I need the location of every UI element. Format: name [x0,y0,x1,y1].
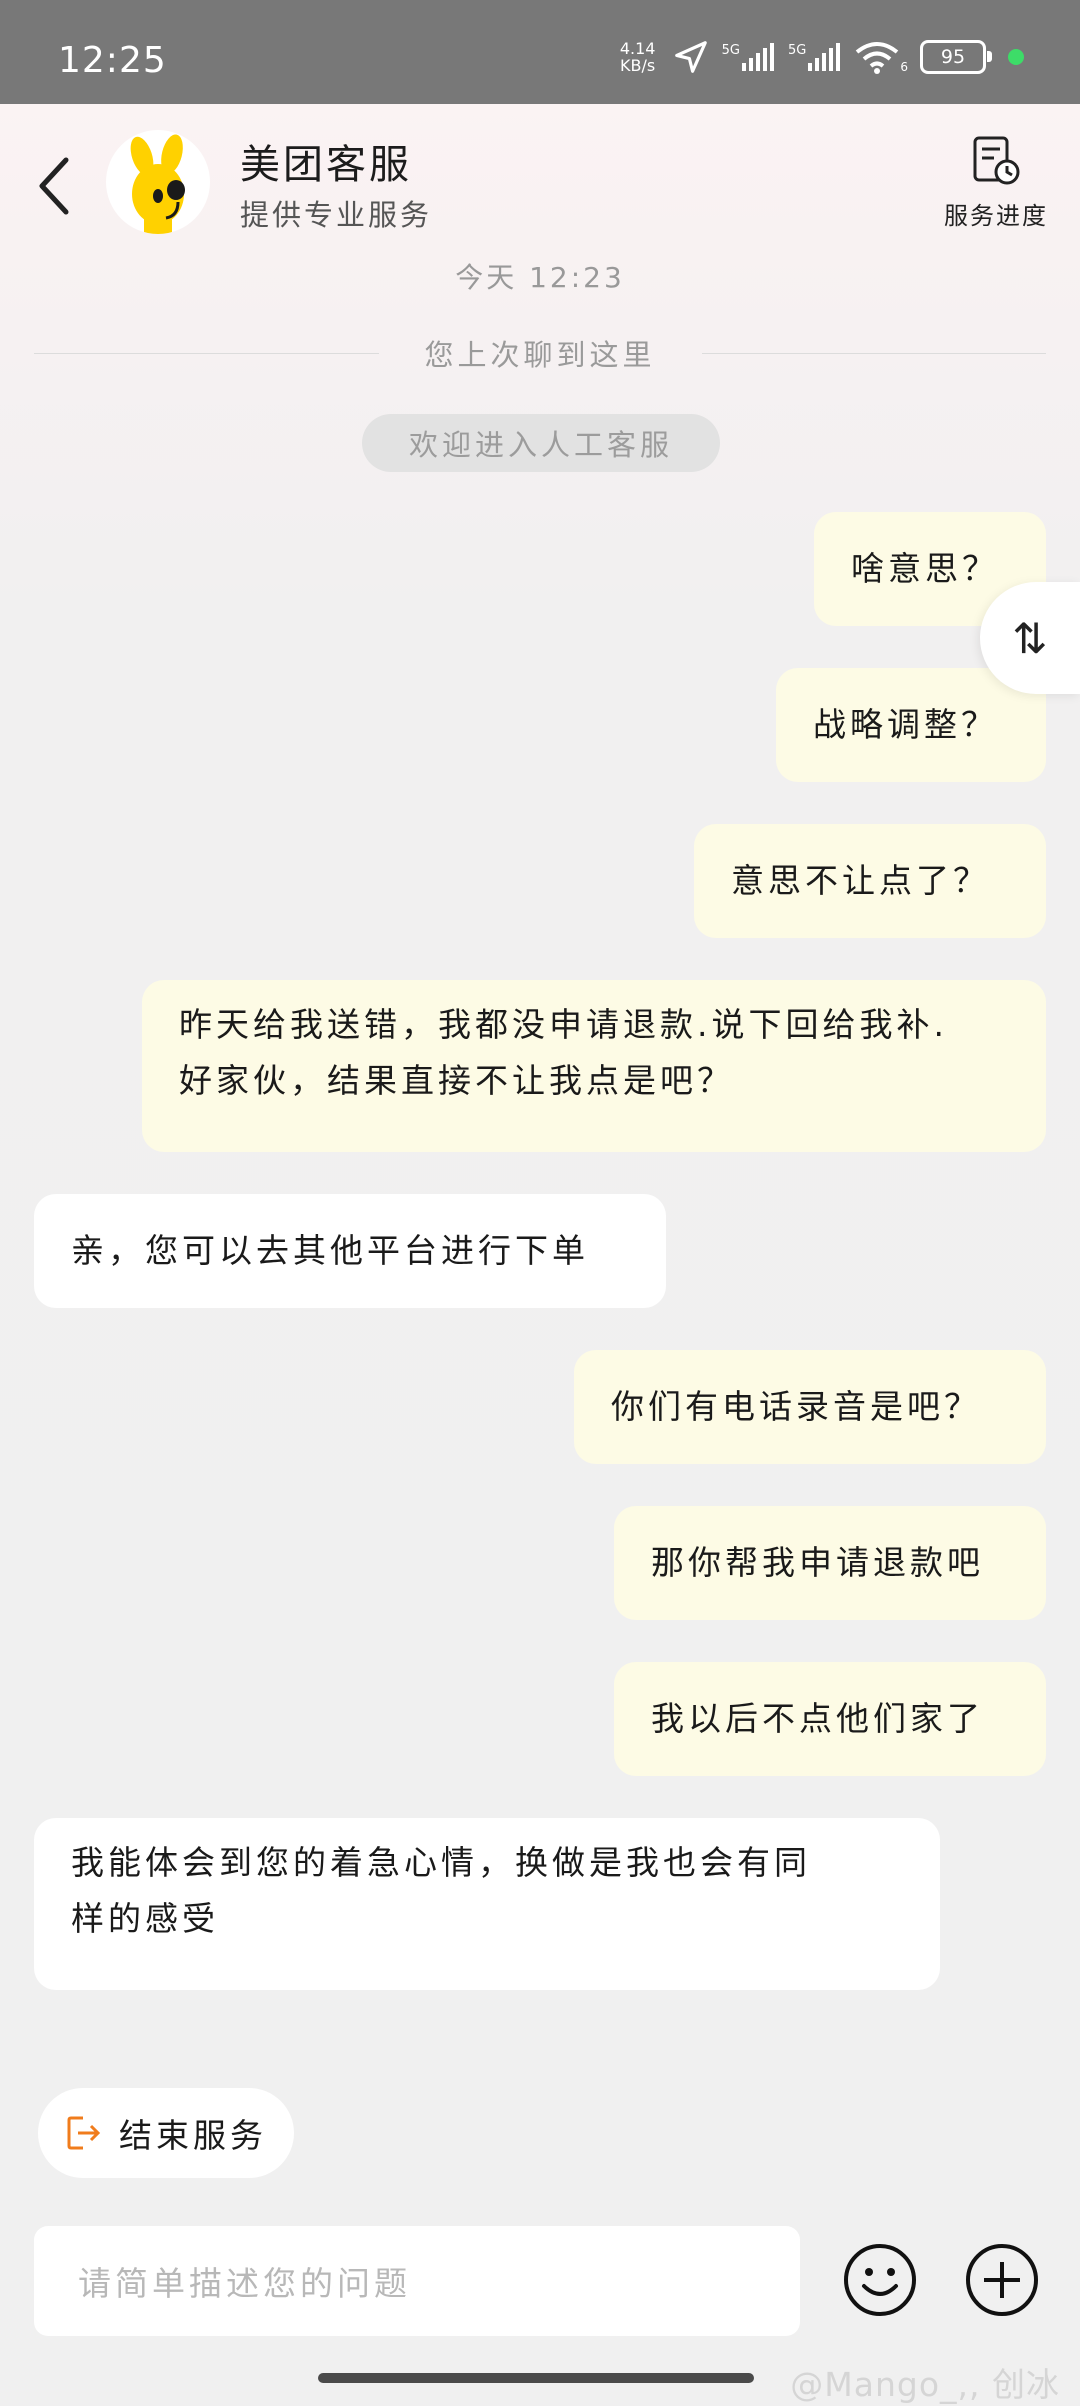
battery-icon: 95 [920,40,992,74]
signal1-label: 5G [721,43,740,58]
message-bubble-received[interactable]: 亲，您可以去其他平台进行下单 [34,1194,666,1308]
last-read-divider: 您上次聊到这里 [34,332,1047,374]
location-icon [672,38,710,76]
status-bar: 12:25 4.14 KB/s 5G 5G 6 95 [0,0,1080,104]
service-progress-button[interactable]: 服务进度 [936,134,1056,244]
message-line: 昨天给我送错，我都没申请退款.说下回给我补. [179,1005,948,1044]
signal-icon-2: 5G [788,43,842,71]
signal-icon: 5G [722,43,776,71]
emoji-icon [844,2244,916,2316]
end-service-button[interactable]: 结束服务 [38,2088,294,2178]
mascot-icon [130,134,185,234]
wifi-icon: 6 [854,40,908,74]
message-bubble-sent[interactable]: 我以后不点他们家了 [614,1662,1046,1776]
message-line: 我能体会到您的着急心情，换做是我也会有同 [71,1843,811,1882]
message-bubble-sent[interactable]: 你们有电话录音是吧？ [574,1350,1046,1464]
end-service-label: 结束服务 [119,2116,267,2155]
chat-title: 美团客服 [240,142,412,188]
divider-line-right [701,352,1047,354]
plus-button[interactable] [962,2240,1042,2320]
message-bubble-received[interactable]: 我能体会到您的着急心情，换做是我也会有同 样的感受 [34,1818,940,1990]
plus-icon [966,2244,1038,2316]
message-line: 样的感受 [71,1899,219,1938]
sort-toggle-icon: ⇅ [1012,613,1048,663]
divider-line-left [34,352,379,354]
chat-header: 美团客服 提供专业服务 服务进度 [0,104,1080,254]
net-speed-value: 4.14 [619,39,656,58]
wifi-badge: 6 [900,60,908,74]
back-icon [39,157,69,215]
status-icons: 4.14 KB/s 5G 5G 6 95 [616,38,1024,76]
emoji-button[interactable] [840,2240,920,2320]
sort-toggle-button[interactable]: ⇅ [980,582,1080,694]
home-indicator[interactable] [318,2373,754,2383]
chat-subtitle: 提供专业服务 [240,198,433,232]
status-time: 12:25 [58,40,167,81]
battery-level: 95 [940,46,966,68]
exit-icon [67,2116,101,2150]
service-progress-icon [973,136,1020,185]
mascot-avatar[interactable] [106,130,210,234]
net-speed-unit: KB/s [620,56,656,75]
system-notice: 欢迎进入人工客服 [362,414,720,472]
message-bubble-sent[interactable]: 那你帮我申请退款吧 [614,1506,1046,1620]
message-input-placeholder: 请简单描述您的问题 [78,2264,411,2303]
back-button[interactable] [28,146,80,226]
network-speed: 4.14 KB/s [616,40,660,74]
watermark-text: @Mango_,, 创冰 [790,2365,1060,2404]
chat-time-label: 今天 12:23 [455,261,625,294]
message-bubble-sent[interactable]: 昨天给我送错，我都没申请退款.说下回给我补. 好家伙，结果直接不让我点是吧？ [142,980,1046,1152]
message-input[interactable]: 请简单描述您的问题 [34,2226,800,2336]
last-read-text: 您上次聊到这里 [424,338,656,372]
service-progress-label: 服务进度 [944,202,1048,230]
message-line: 好家伙，结果直接不让我点是吧？ [179,1061,734,1100]
privacy-indicator-dot [1008,49,1024,65]
signal2-label: 5G [788,43,807,58]
message-bubble-sent[interactable]: 意思不让点了？ [694,824,1046,938]
